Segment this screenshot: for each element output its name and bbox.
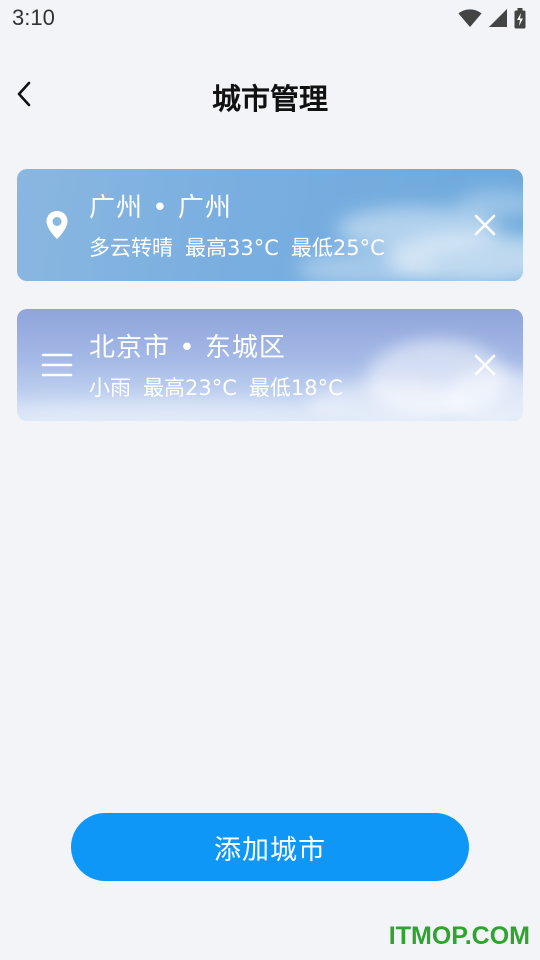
city-weather: 多云转晴 最高33°C 最低25°C (89, 232, 397, 262)
city-name: 广州 • 广州 (89, 193, 232, 223)
status-time: 3:10 (12, 5, 55, 30)
close-icon (474, 214, 496, 236)
drag-handle-button[interactable] (39, 347, 75, 383)
header: 城市管理 (0, 62, 540, 128)
watermark: ITMOP.COM (388, 922, 530, 950)
status-bar: 3:10 (0, 0, 540, 38)
location-pin-icon (46, 211, 68, 239)
remove-city-button[interactable] (467, 207, 503, 243)
page-title: 城市管理 (211, 82, 328, 116)
wifi-icon (458, 9, 482, 27)
cloud-background (297, 190, 523, 281)
remove-city-button[interactable] (467, 347, 503, 383)
weather-condition: 多云转晴 (89, 236, 173, 260)
status-icons (458, 7, 526, 29)
add-city-button[interactable]: 添加城市 (71, 813, 469, 881)
temperature-low: 最低25°C (290, 236, 385, 260)
city-weather: 小雨 最高23°C 最低18°C (89, 372, 355, 402)
close-icon (474, 354, 496, 376)
location-pin-button (39, 207, 75, 243)
weather-condition: 小雨 (89, 376, 131, 400)
temperature-high: 最高23°C (143, 376, 237, 400)
drag-handle-icon (41, 353, 73, 377)
city-card-guangzhou[interactable]: 广州 • 广州 多云转晴 最高33°C 最低25°C (17, 169, 523, 281)
city-card-beijing[interactable]: 北京市 • 东城区 小雨 最高23°C 最低18°C (17, 309, 523, 421)
temperature-low: 最低18°C (248, 376, 343, 400)
cloud-background (17, 339, 523, 421)
cellular-signal-icon (489, 9, 507, 27)
temperature-high: 最高33°C (185, 236, 279, 260)
battery-charging-icon (514, 7, 526, 28)
city-name: 北京市 • 东城区 (89, 333, 286, 363)
